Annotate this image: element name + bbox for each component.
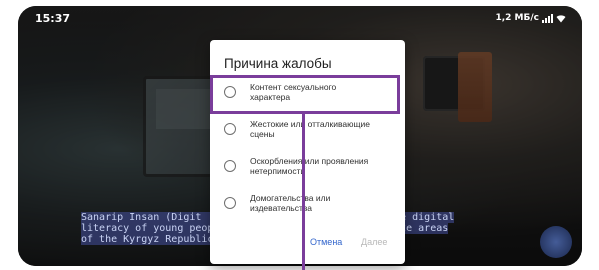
radio-button[interactable] [224,123,236,135]
option-label: Жестокие или отталкивающие [250,119,370,129]
radio-button[interactable] [224,160,236,172]
radio-button[interactable] [224,197,236,209]
network-speed: 1,2 МБ/с [495,13,539,23]
option-hateful-content[interactable]: Оскорбления или проявления нетерпимости [220,156,400,176]
annotation-pointer-line [302,114,305,270]
subtitle-line: of the Kyrgyz Republic [81,234,214,245]
report-reason-dialog: Причина жалобы Контент сексуального хара… [210,40,405,264]
channel-watermark-logo [540,226,572,258]
annotation-highlight-box [210,75,400,114]
option-label: нетерпимости [250,166,306,176]
option-harassment[interactable]: Домогательства или издевательства [220,193,400,213]
option-label: Оскорбления или проявления [250,156,369,166]
wifi-icon [556,14,566,22]
next-button[interactable]: Далее [361,237,387,247]
cancel-button[interactable]: Отмена [310,237,342,247]
option-label: сцены [250,129,275,139]
status-indicators: 1,2 МБ/с [495,13,566,23]
option-violent-content[interactable]: Жестокие или отталкивающие сцены [220,119,400,139]
option-label: Домогательства или [250,193,331,203]
status-time: 15:37 [35,12,71,25]
dialog-title: Причина жалобы [224,56,332,71]
signal-icon [542,13,553,23]
